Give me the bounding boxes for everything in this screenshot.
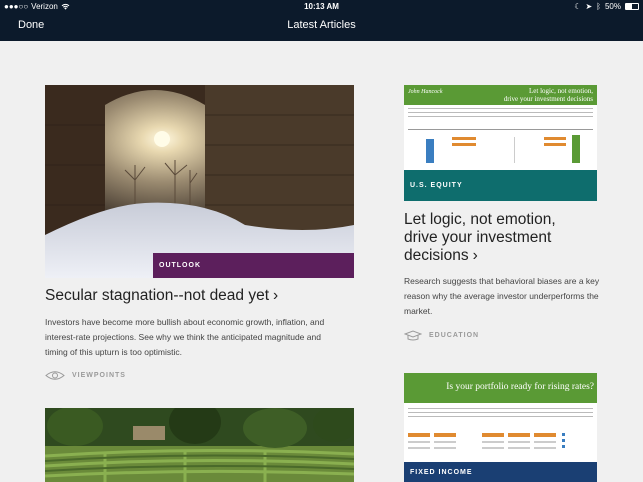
headline-line-2: drive your investment [404, 229, 552, 246]
moon-icon: ☾ [574, 2, 582, 11]
category-band: U.S. EQUITY [404, 170, 597, 201]
bluetooth-icon: ᛒ [596, 2, 601, 11]
battery-percent: 50% [604, 2, 621, 11]
tag-label: EDUCATION [429, 332, 480, 339]
article-tag-viewpoints[interactable]: VIEWPOINTS [45, 370, 126, 381]
snow-archway-image [45, 85, 354, 278]
article-description-equity: Research suggests that behavioral biases… [404, 276, 600, 316]
status-right: ☾ ➤ ᛒ 50% [574, 2, 639, 11]
graduation-cap-icon [404, 330, 422, 341]
article-thumbnail-equity[interactable]: John Hancock Let logic, not emotion, dri… [404, 85, 597, 201]
articles-feed[interactable]: OUTLOOK Secular stagnation--not dead yet… [0, 41, 643, 482]
headline-line-3: decisions [404, 247, 469, 264]
thumb-title: Let logic, not emotion, drive your inves… [504, 87, 593, 103]
thumb-body-text [408, 408, 593, 423]
status-time: 10:13 AM [304, 2, 339, 11]
article-thumbnail-outlook[interactable]: OUTLOOK [45, 85, 354, 278]
thumb-title: Is your portfolio ready for rising rates… [446, 382, 594, 392]
article-description-outlook: Investors have become more bullish about… [45, 317, 325, 357]
category-label: OUTLOOK [159, 262, 201, 269]
battery-icon [625, 3, 639, 10]
thumb-body-text [408, 108, 593, 120]
headline-text: Secular stagnation--not dead yet [45, 287, 270, 304]
headline-line-1: Let logic, not emotion, [404, 211, 556, 228]
location-icon: ➤ [585, 2, 593, 11]
chevron-right-icon: › [472, 247, 478, 264]
category-band: FIXED INCOME [404, 462, 597, 482]
nav-bar: Done Latest Articles [0, 14, 643, 41]
thumb-header: John Hancock Let logic, not emotion, dri… [404, 85, 597, 105]
eye-icon [45, 371, 65, 380]
article-tag-education[interactable]: EDUCATION [404, 330, 479, 341]
chevron-right-icon: › [273, 287, 279, 304]
page-title: Latest Articles [287, 19, 356, 31]
category-label: U.S. EQUITY [410, 182, 463, 189]
thumb-title-line-1: Let logic, not emotion, [529, 87, 593, 95]
tag-label: VIEWPOINTS [72, 372, 126, 379]
status-bar: ●●●○○ Verizon 10:13 AM ☾ ➤ ᛒ 50% [0, 0, 643, 14]
category-label: FIXED INCOME [410, 468, 473, 476]
thumb-header: Is your portfolio ready for rising rates… [404, 373, 597, 403]
thumb-title-line-2: drive your investment decisions [503, 95, 593, 103]
article-thumbnail-fixed-income[interactable]: Is your portfolio ready for rising rates… [404, 373, 597, 482]
hedge-maze-image [45, 408, 354, 482]
thumb-bar-chart [408, 129, 593, 163]
thumb-logo: John Hancock [408, 89, 443, 95]
article-headline-outlook[interactable]: Secular stagnation--not dead yet › [45, 287, 365, 305]
category-band: OUTLOOK [153, 253, 354, 278]
article-thumbnail-maze[interactable] [45, 408, 354, 482]
article-headline-equity[interactable]: Let logic, not emotion, drive your inves… [404, 211, 624, 265]
